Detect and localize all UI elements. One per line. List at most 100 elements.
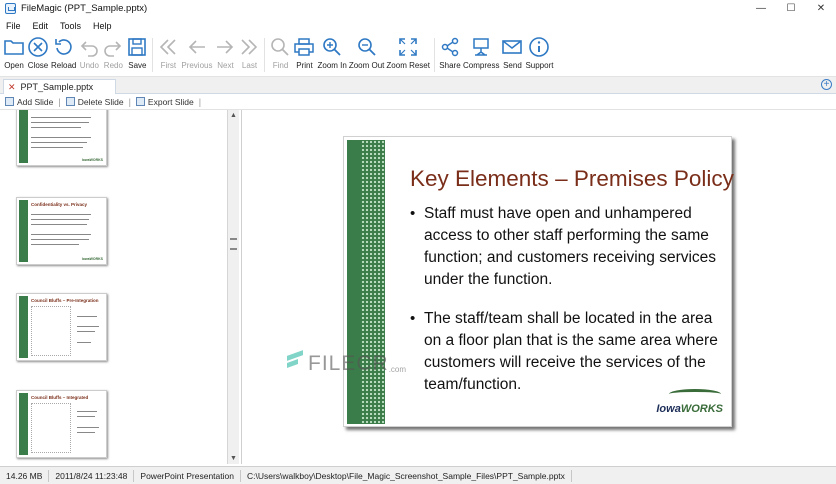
menu-tools[interactable]: Tools: [54, 21, 87, 31]
delete-slide-icon: [65, 97, 75, 106]
compress-label: Compress: [462, 61, 500, 70]
scroll-up-icon[interactable]: ▲: [228, 110, 239, 121]
export-slide-button[interactable]: Export Slide: [135, 96, 194, 107]
zoom-in-button[interactable]: Zoom In: [316, 34, 347, 70]
share-icon: [441, 37, 459, 57]
tab-ppt-sample[interactable]: ✕ PPT_Sample.pptx: [3, 79, 116, 94]
thumbnail-text-line: [31, 117, 91, 118]
app-icon: [5, 3, 16, 14]
zoom-reset-label: Zoom Reset: [386, 61, 430, 70]
separator: |: [128, 96, 131, 107]
open-button[interactable]: Open: [2, 34, 26, 70]
add-slide-button[interactable]: Add Slide: [5, 97, 53, 107]
reload-label: Reload: [51, 61, 77, 70]
expand-icon: [399, 38, 417, 56]
zoom-reset-button[interactable]: Zoom Reset: [385, 34, 431, 70]
zoom-out-button[interactable]: Zoom Out: [348, 34, 386, 70]
find-button[interactable]: Find: [268, 34, 292, 70]
title-bar: FileMagic (PPT_Sample.pptx) — ☐ ✕: [0, 0, 836, 17]
mail-icon: [502, 40, 523, 54]
undo-icon: [81, 41, 99, 57]
thumbnail-text-line: [77, 411, 97, 412]
toolbar: Open Close Reload Undo Redo Save First P…: [0, 34, 836, 77]
watermark-text: FILECR: [308, 352, 389, 375]
redo-label: Redo: [103, 61, 123, 70]
slide-thumbnail[interactable]: Council Bluffs – Pre-Integration: [16, 293, 107, 361]
send-button[interactable]: Send: [500, 34, 524, 70]
toolbar-divider: [152, 38, 154, 72]
thumbnail-accent-bar: [19, 200, 28, 262]
tab-label: PPT_Sample.pptx: [20, 82, 94, 92]
redo-button[interactable]: Redo: [101, 34, 125, 70]
close-window-button[interactable]: ✕: [806, 0, 836, 17]
slide-thumbnail[interactable]: Confidentiality vs. Privacy IowaWORKS: [16, 197, 107, 265]
last-button[interactable]: Last: [237, 34, 261, 70]
separator: |: [58, 96, 61, 107]
add-slide-icon: [5, 97, 14, 106]
menu-help[interactable]: Help: [87, 21, 118, 31]
slide-accent-bar: [347, 140, 385, 424]
save-label: Save: [128, 61, 147, 70]
thumbnail-text-line: [31, 219, 89, 220]
first-button[interactable]: First: [156, 34, 180, 70]
print-button[interactable]: Print: [292, 34, 316, 70]
search-icon: [271, 38, 290, 56]
find-label: Find: [272, 61, 289, 70]
status-bar: 14.26 MB 2011/8/24 11:23:48 PowerPoint P…: [0, 466, 836, 484]
thumbnail-scrollbar[interactable]: ▲ ▼: [228, 110, 239, 464]
thumbnail-accent-bar: [19, 393, 28, 455]
menu-bar: File Edit Tools Help: [0, 17, 836, 34]
slide-viewer: Key Elements – Premises Policy Staff mus…: [241, 110, 836, 464]
thumbnail-text-line: [31, 137, 91, 138]
scroll-down-icon[interactable]: ▼: [228, 453, 239, 464]
previous-label: Previous: [181, 61, 213, 70]
minimize-button[interactable]: —: [746, 0, 776, 17]
slide-thumbnail[interactable]: Council Bluffs – Integrated: [16, 390, 107, 458]
reload-button[interactable]: Reload: [50, 34, 77, 70]
tab-close-icon[interactable]: ✕: [8, 82, 16, 93]
save-button[interactable]: Save: [125, 34, 149, 70]
thumbnail-logo: IowaWORKS: [81, 257, 103, 261]
print-label: Print: [296, 61, 313, 70]
previous-button[interactable]: Previous: [180, 34, 213, 70]
menu-edit[interactable]: Edit: [27, 21, 55, 31]
thumbnail-accent-bar: [19, 110, 28, 163]
window-controls: — ☐ ✕: [746, 0, 836, 17]
thumbnail-text-line: [31, 224, 87, 225]
thumbnail-text-line: [77, 316, 97, 317]
next-label: Next: [217, 61, 234, 70]
export-slide-icon: [135, 97, 145, 106]
scroll-thumb[interactable]: [230, 238, 237, 250]
filecr-watermark: FILECR .com: [287, 352, 406, 376]
zoom-out-icon: [357, 38, 376, 56]
logo-swoosh: [669, 389, 721, 399]
undo-button[interactable]: Undo: [77, 34, 101, 70]
zoom-in-icon: [323, 38, 341, 56]
save-icon: [128, 38, 147, 56]
compress-button[interactable]: Compress: [462, 34, 500, 70]
menu-file[interactable]: File: [0, 21, 27, 31]
logo-accent-text: WORKS: [680, 403, 723, 415]
share-button[interactable]: Share: [438, 34, 462, 70]
delete-slide-label: Delete Slide: [77, 96, 124, 107]
close-button[interactable]: Close: [26, 34, 50, 70]
open-label: Open: [4, 61, 24, 70]
next-button[interactable]: Next: [213, 34, 237, 70]
add-tab-icon[interactable]: +: [821, 79, 832, 90]
double-chevron-left-icon: [160, 39, 176, 55]
support-label: Support: [525, 61, 554, 70]
redo-icon: [104, 41, 122, 57]
compress-icon: [473, 38, 489, 56]
zoom-out-label: Zoom Out: [348, 61, 385, 70]
support-button[interactable]: Support: [524, 34, 554, 70]
iowaworks-logo: IowaWORKS: [656, 403, 723, 415]
logo-main-text: Iowa: [656, 403, 681, 415]
info-icon: [529, 37, 550, 57]
export-slide-label: Export Slide: [147, 96, 194, 107]
maximize-button[interactable]: ☐: [776, 0, 806, 17]
thumbnail-title: Confidentiality vs. Privacy: [31, 202, 88, 207]
slide-thumbnail[interactable]: IowaWORKS: [16, 110, 107, 166]
close-circle-icon: [28, 37, 48, 57]
double-chevron-right-icon: [241, 39, 258, 55]
delete-slide-button[interactable]: Delete Slide: [65, 96, 124, 107]
